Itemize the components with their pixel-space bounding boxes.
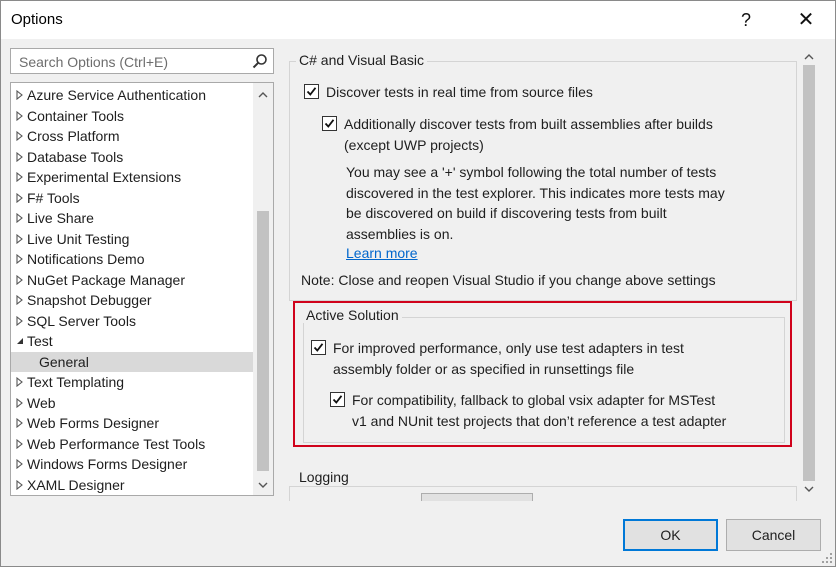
search-box [10, 48, 274, 74]
collapsed-triangle-icon[interactable] [15, 315, 25, 326]
collapsed-triangle-icon[interactable] [15, 233, 25, 244]
settings-scrollbar[interactable] [798, 45, 821, 501]
tree-item-live-share[interactable]: Live Share [11, 208, 253, 229]
logging-control-partial[interactable] [421, 493, 533, 501]
title-bar: Options ? ✕ [1, 1, 835, 39]
scroll-up-icon[interactable] [804, 53, 814, 61]
logging-group [289, 486, 797, 501]
cancel-button[interactable]: Cancel [726, 519, 821, 551]
collapsed-triangle-icon[interactable] [15, 151, 25, 162]
collapsed-triangle-icon[interactable] [15, 459, 25, 469]
collapsed-triangle-icon[interactable] [15, 110, 25, 121]
tree-item-azure-service-authentication[interactable]: Azure Service Authentication [11, 85, 253, 106]
collapsed-triangle-icon[interactable] [15, 131, 25, 141]
tree-item-text-templating[interactable]: Text Templating [11, 372, 253, 393]
tree-item-xaml-designer[interactable]: XAML Designer [11, 475, 253, 496]
discover-realtime-label: Discover tests in real time from source … [326, 84, 593, 100]
collapsed-triangle-icon[interactable] [15, 274, 25, 285]
scroll-up-icon[interactable] [258, 91, 268, 99]
tree-item-label: Database Tools [27, 148, 124, 165]
tree-item-sql-server-tools[interactable]: SQL Server Tools [11, 311, 253, 332]
collapsed-triangle-icon[interactable] [15, 397, 25, 408]
tree-item-windows-forms-designer[interactable]: Windows Forms Designer [11, 454, 253, 475]
collapsed-triangle-icon[interactable] [15, 377, 25, 387]
ok-button[interactable]: OK [623, 519, 718, 551]
resize-grip-icon[interactable] [821, 552, 833, 564]
scroll-down-icon[interactable] [804, 485, 814, 493]
tree-item-experimental-extensions[interactable]: Experimental Extensions [11, 167, 253, 188]
tree-item-label: Web [27, 394, 56, 411]
tree-item-label: Text Templating [27, 374, 125, 390]
tree-item-label: F# Tools [27, 189, 80, 206]
collapsed-triangle-icon[interactable] [15, 295, 25, 305]
collapsed-triangle-icon[interactable] [15, 172, 25, 182]
tree-item-nuget-package-manager[interactable]: NuGet Package Manager [11, 270, 253, 291]
tree-item-label: Notifications Demo [27, 251, 145, 267]
collapsed-triangle-icon[interactable] [15, 90, 25, 100]
collapsed-triangle-icon[interactable] [15, 438, 25, 449]
tree-item-container-tools[interactable]: Container Tools [11, 106, 253, 127]
scroll-down-icon[interactable] [258, 481, 268, 489]
search-icon[interactable] [252, 53, 268, 69]
discovery-info-text: You may see a '+' symbol following the t… [346, 164, 725, 242]
tree-item-label: Snapshot Debugger [27, 292, 152, 308]
options-dialog: Options ? ✕ Azure Service Authentication… [0, 0, 836, 567]
logging-title: Logging [296, 469, 352, 485]
tree-item-snapshot-debugger[interactable]: Snapshot Debugger [11, 290, 253, 311]
discover-realtime-checkbox[interactable] [304, 84, 319, 99]
tree-item-live-unit-testing[interactable]: Live Unit Testing [11, 229, 253, 250]
expanded-triangle-icon[interactable] [15, 336, 25, 346]
tree-item-label: Live Unit Testing [27, 230, 130, 247]
tree-item-label: General [39, 353, 89, 370]
tree-item-web-forms-designer[interactable]: Web Forms Designer [11, 413, 253, 434]
tree-item-label: Web Performance Test Tools [27, 435, 206, 452]
tree-item-label: Windows Forms Designer [27, 456, 188, 472]
restart-note: Note: Close and reopen Visual Studio if … [301, 272, 716, 288]
collapsed-triangle-icon[interactable] [15, 479, 25, 490]
tree-item-general[interactable]: General [11, 351, 253, 372]
tree-item-web-performance-test-tools[interactable]: Web Performance Test Tools [11, 434, 253, 455]
close-button[interactable]: ✕ [783, 1, 829, 39]
tree-item-label: Container Tools [27, 107, 125, 124]
tree-item-cross-platform[interactable]: Cross Platform [11, 126, 253, 147]
tree-item-label: XAML Designer [27, 476, 125, 493]
discover-built-checkbox[interactable] [322, 116, 337, 131]
tree-item-label: Cross Platform [27, 128, 120, 144]
discover-realtime-row: Discover tests in real time from source … [304, 82, 593, 103]
settings-scroll-thumb[interactable] [803, 65, 815, 481]
active-solution-highlight [293, 301, 792, 447]
discover-built-label: Additionally discover tests from built a… [344, 116, 713, 153]
tree-item-database-tools[interactable]: Database Tools [11, 147, 253, 168]
discover-built-row: Additionally discover tests from built a… [322, 114, 713, 155]
help-button[interactable]: ? [723, 1, 769, 39]
tree-item-f-tools[interactable]: F# Tools [11, 188, 253, 209]
search-input[interactable] [17, 52, 243, 72]
tree-item-label: Azure Service Authentication [27, 87, 206, 103]
tree-item-label: Test [27, 333, 53, 349]
tree-item-web[interactable]: Web [11, 393, 253, 414]
collapsed-triangle-icon[interactable] [15, 254, 25, 264]
tree-scrollbar[interactable] [253, 83, 273, 495]
tree-item-label: Web Forms Designer [27, 415, 160, 431]
tree-item-notifications-demo[interactable]: Notifications Demo [11, 249, 253, 270]
tree-scroll-thumb[interactable] [257, 211, 269, 471]
collapsed-triangle-icon[interactable] [15, 418, 25, 428]
tree-item-label: SQL Server Tools [27, 312, 136, 329]
dialog-title: Options [11, 11, 63, 28]
collapsed-triangle-icon[interactable] [15, 192, 25, 203]
tree-item-label: Live Share [27, 210, 94, 226]
tree-item-label: Experimental Extensions [27, 169, 182, 185]
tree-item-label: NuGet Package Manager [27, 271, 185, 288]
tree-item-test[interactable]: Test [11, 331, 253, 352]
tree-list: Azure Service Authentication Container To… [11, 85, 253, 495]
options-tree: Azure Service Authentication Container To… [10, 82, 274, 496]
csharp-vb-title: C# and Visual Basic [296, 52, 428, 68]
learn-more-link[interactable]: Learn more [346, 245, 418, 261]
collapsed-triangle-icon[interactable] [15, 213, 25, 223]
